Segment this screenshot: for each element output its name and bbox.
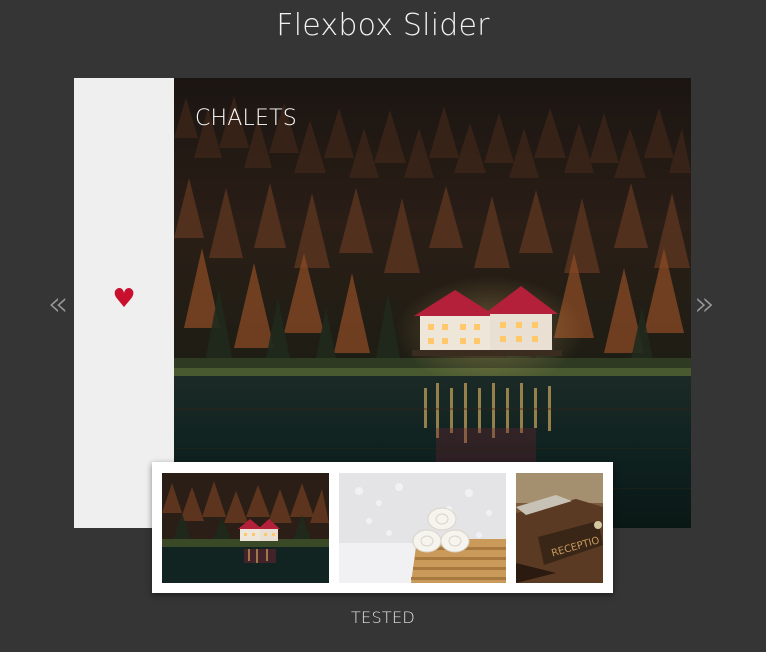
slider: ♥ CHALETS [74, 78, 691, 528]
thumbnail-strip: RECEPTIO [152, 462, 613, 593]
thumbnail-reception[interactable]: RECEPTIO [516, 473, 603, 583]
prev-arrow-button[interactable]: « [47, 287, 68, 321]
page-title: Flexbox Slider [276, 8, 490, 43]
slide-image-chalets: CHALETS [174, 78, 691, 528]
thumbnail-chalets[interactable] [162, 473, 329, 583]
slide-caption: CHALETS [195, 106, 297, 131]
next-arrow-button[interactable]: » [694, 287, 715, 321]
heart-icon[interactable]: ♥ [74, 284, 174, 314]
chalets-photo [174, 78, 691, 528]
slider-side-panel: ♥ [74, 78, 174, 528]
footer-caption: TESTED [350, 608, 416, 627]
thumbnail-towels[interactable] [339, 473, 506, 583]
